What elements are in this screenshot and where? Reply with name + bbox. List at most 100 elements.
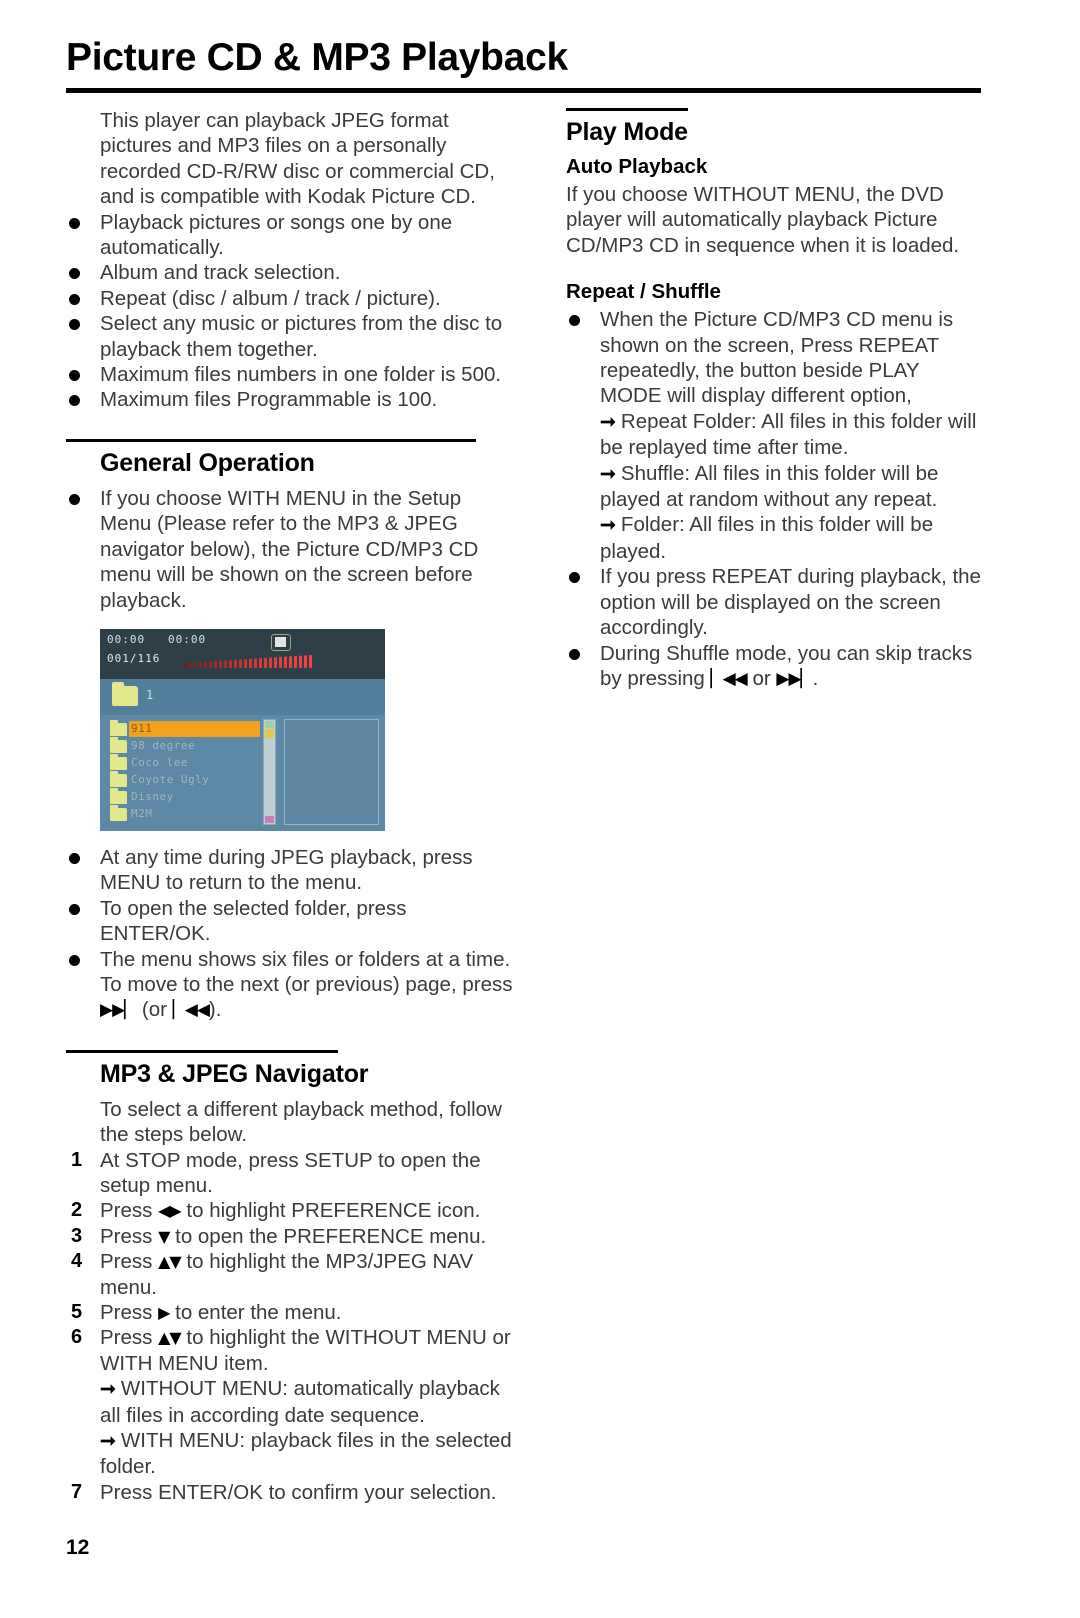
paging-text-mid: (or <box>136 998 173 1022</box>
list-item-label: Coco lee <box>131 755 188 769</box>
list-item: Select any music or pictures from the di… <box>66 311 516 362</box>
osd-file-list: 911 98 degree Coco lee Coyote Ugly Disne… <box>110 719 260 823</box>
intro-paragraph: This player can playback JPEG format pic… <box>100 109 495 209</box>
preview-pane <box>284 718 379 825</box>
bullet-dot-icon <box>69 852 80 864</box>
list-item: At any time during JPEG playback, press … <box>66 845 516 896</box>
skip-text-post: . <box>812 666 819 690</box>
bullet-dot-icon <box>69 293 80 305</box>
list-item-label: Maximum files Programmable is 100. <box>100 388 438 412</box>
right-arrow-icon: ➞ <box>600 463 616 485</box>
step-text-pre: Press <box>100 1326 159 1350</box>
list-item-label: Repeat (disc / album / track / picture). <box>100 286 441 310</box>
step-item: 5 Press ▶ to enter the menu. <box>66 1300 516 1325</box>
osd-time-total: 00:00 <box>168 632 207 646</box>
list-item[interactable]: 98 degree <box>110 736 260 755</box>
folder-icon <box>110 719 127 736</box>
scroll-down-icon[interactable] <box>265 815 274 823</box>
right-arrow-icon: ▶ <box>158 1303 170 1322</box>
list-item-skip: During Shuffle mode, you can skip tracks… <box>566 641 986 693</box>
osd-status-bar: 00:00 00:00 001/116 <box>100 628 385 679</box>
step-text-post: to open the PREFERENCE menu. <box>169 1224 487 1248</box>
list-item: If you press REPEAT during playback, the… <box>566 564 986 640</box>
right-arrow-icon: ➞ <box>600 515 616 537</box>
list-item-label: 98 degree <box>131 738 196 752</box>
list-item[interactable]: Disney <box>110 787 260 806</box>
previous-track-icon: ▏◀◀ <box>710 668 748 689</box>
bullet-dot-icon <box>69 319 80 331</box>
list-item-label: If you choose WITH MENU in the Setup Men… <box>100 486 479 612</box>
section-heading: General Operation <box>100 448 315 477</box>
list-item: Playback pictures or songs one by one au… <box>66 210 516 261</box>
scrollbar[interactable] <box>263 718 276 825</box>
section-mp3-jpeg-navigator: MP3 & JPEG Navigator To select a differe… <box>66 1049 516 1506</box>
scroll-up-icon[interactable] <box>265 720 274 728</box>
step-text-post: to enter the menu. <box>169 1301 342 1324</box>
bullet-dot-icon <box>69 370 80 382</box>
step-item: 4 Press ▲▼ to highlight the MP3/JPEG NAV … <box>66 1249 516 1300</box>
document-page: Picture CD & MP3 Playback This player ca… <box>0 0 1080 1618</box>
list-item-label: Select any music or pictures from the di… <box>100 312 503 361</box>
sub-note-label: Folder: All files in this folder will be… <box>600 513 934 563</box>
list-item-label: Maximum files numbers in one folder is 5… <box>100 363 502 387</box>
dvd-menu-screenshot: 00:00 00:00 001/116 1 911 98 degree Coco… <box>100 628 385 831</box>
bullet-dot-icon <box>69 395 80 407</box>
paging-text-post: ). <box>208 998 222 1022</box>
list-item-paging: The menu shows six files or folders at a… <box>66 947 516 1024</box>
right-arrow-icon: ➞ <box>600 411 616 433</box>
step-item: 3 Press ▼ to open the PREFERENCE menu. <box>66 1224 516 1249</box>
right-column: Play Mode Auto Playback If you choose WI… <box>566 108 986 692</box>
step-number: 3 <box>71 1224 83 1247</box>
list-item-label: Album and track selection. <box>100 261 341 285</box>
right-arrow-icon: ➞ <box>100 1431 116 1453</box>
osd-time: 00:00 00:00 <box>107 633 206 646</box>
step-item: 1 At STOP mode, press SETUP to open the … <box>66 1148 516 1199</box>
sub-note-label: Shuffle: All files in this folder will b… <box>600 461 939 512</box>
right-arrow-icon: ➞ <box>100 1379 116 1401</box>
bullet-dot-icon <box>69 903 80 915</box>
sub-note-label: Repeat Folder: All files in this folder … <box>600 409 977 460</box>
left-column: This player can playback JPEG format pic… <box>66 108 516 1505</box>
next-track-icon: ▶▶▏ <box>776 668 813 689</box>
folder-icon <box>110 753 127 770</box>
step-text-post: to highlight PREFERENCE icon. <box>180 1199 481 1223</box>
step-number: 1 <box>71 1148 83 1171</box>
title-divider <box>66 88 981 93</box>
bullet-dot-icon <box>569 648 580 660</box>
step-number: 4 <box>71 1250 83 1273</box>
step-number: 6 <box>71 1326 83 1349</box>
navigator-intro: To select a different playback method, f… <box>100 1097 502 1147</box>
sub-note-label: WITHOUT MENU: automatically playback all… <box>100 1377 500 1427</box>
bullet-dot-icon <box>69 217 80 229</box>
list-item[interactable]: Coyote Ugly <box>110 770 260 789</box>
sub-note: ➞ WITH MENU: playback files in the select… <box>66 1428 516 1480</box>
section-divider <box>66 438 476 442</box>
step-text: Press ENTER/OK to confirm your selection… <box>100 1480 497 1504</box>
section-divider <box>566 108 688 111</box>
list-item-label: Playback pictures or songs one by one au… <box>100 210 453 260</box>
folder-icon <box>110 770 127 787</box>
page-title: Picture CD & MP3 Playback <box>66 36 568 79</box>
step-text: At STOP mode, press SETUP to open the se… <box>100 1148 481 1197</box>
step-text-pre: Press <box>100 1301 159 1324</box>
root-folder-label: 1 <box>146 687 154 702</box>
bullet-dot-icon <box>69 493 80 505</box>
down-arrow-icon: ▼ <box>158 1226 170 1246</box>
feature-list: Playback pictures or songs one by one au… <box>66 210 516 413</box>
list-item[interactable]: Coco lee <box>110 753 260 772</box>
list-item[interactable]: M2M <box>110 804 260 823</box>
folder-icon <box>110 736 127 753</box>
sub-note: ➞ Shuffle: All files in this folder will … <box>566 461 986 513</box>
section-heading: Play Mode <box>566 118 688 146</box>
sub-note: ➞ Folder: All files in this folder will b… <box>566 512 986 564</box>
list-item-label: 911 <box>131 721 153 735</box>
step-item: 2 Press ◀▶ to highlight PREFERENCE icon. <box>66 1198 516 1223</box>
osd-time-elapsed: 00:00 <box>107 632 146 646</box>
folder-icon <box>110 787 127 804</box>
scrollbar-thumb[interactable] <box>265 728 274 738</box>
section-divider <box>66 1049 338 1053</box>
list-item-label: Coyote Ugly <box>131 772 210 786</box>
list-item[interactable]: 911 <box>110 719 260 738</box>
page-number: 12 <box>66 1536 90 1559</box>
osd-level-meter <box>184 654 314 668</box>
